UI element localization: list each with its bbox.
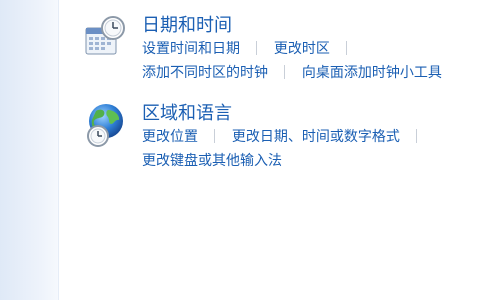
- left-navigation-pane: [0, 0, 59, 300]
- change-formats-link[interactable]: 更改日期、时间或数字格式: [232, 126, 400, 146]
- category-title[interactable]: 区域和语言: [142, 102, 500, 126]
- add-clock-gadget-link[interactable]: 向桌面添加时钟小工具: [302, 62, 442, 82]
- links-row-1: 设置时间和日期 更改时区: [142, 38, 500, 62]
- separator: [416, 129, 418, 143]
- change-timezone-link[interactable]: 更改时区: [274, 38, 330, 58]
- change-location-link[interactable]: 更改位置: [142, 126, 198, 146]
- separator: [214, 129, 216, 143]
- category-title[interactable]: 日期和时间: [142, 14, 500, 38]
- separator: [284, 65, 286, 79]
- change-keyboard-link[interactable]: 更改键盘或其他输入法: [142, 150, 282, 170]
- calendar-clock-icon[interactable]: [84, 14, 130, 60]
- globe-clock-icon[interactable]: [84, 102, 130, 148]
- links-row-1: 更改位置 更改日期、时间或数字格式: [142, 126, 500, 150]
- add-clocks-link[interactable]: 添加不同时区的时钟: [142, 62, 268, 82]
- set-time-date-link[interactable]: 设置时间和日期: [142, 38, 240, 58]
- links-row-2: 添加不同时区的时钟 向桌面添加时钟小工具: [142, 62, 500, 86]
- separator: [256, 41, 258, 55]
- links-row-2: 更改键盘或其他输入法: [142, 150, 500, 174]
- separator: [346, 41, 348, 55]
